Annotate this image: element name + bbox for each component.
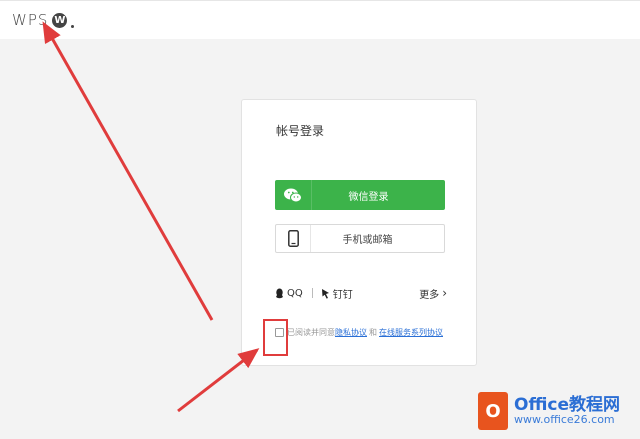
qq-login-link[interactable]: QQ (275, 288, 303, 299)
wechat-icon (275, 180, 312, 210)
separator (311, 288, 313, 298)
more-label: 更多 (419, 289, 440, 301)
office-logo-icon: O (478, 392, 508, 430)
phone-email-login-button[interactable]: 手机或邮箱 (275, 224, 445, 253)
qq-icon (276, 288, 283, 298)
watermark-title-prefix: Office (514, 394, 570, 415)
chevron-right-icon: › (442, 286, 447, 300)
phone-icon (276, 225, 311, 252)
dingtalk-icon (321, 288, 329, 299)
service-agreement-link[interactable]: 在线服务系列协议 (379, 327, 443, 338)
watermark-title-cn: 教程网 (569, 394, 621, 415)
wechat-login-button[interactable]: 微信登录 (275, 180, 445, 210)
dingtalk-label: 钉钉 (332, 289, 353, 301)
phone-email-label: 手机或邮箱 (342, 235, 393, 246)
logo-dot (71, 24, 75, 28)
site-watermark: O Office教程网 www.office26.com (478, 389, 620, 433)
wechat-login-label: 微信登录 (348, 191, 389, 203)
qq-label: QQ (287, 287, 303, 299)
agree-prefix: 已阅读并同意 (287, 328, 335, 337)
logo-badge-icon: W (52, 12, 68, 28)
top-bar: WPS W (0, 0, 640, 39)
login-title: 帐号登录 (276, 124, 325, 138)
agreement-row: 已阅读并同意 隐私协议 和 在线服务系列协议 (275, 327, 443, 338)
alternative-login-row: QQ 钉钉 更多 › (275, 286, 447, 301)
logo-text: WPS (12, 11, 49, 29)
watermark-url: www.office26.com (514, 413, 615, 427)
annotation-highlight-box (263, 319, 288, 356)
wps-logo[interactable]: WPS W (12, 9, 75, 31)
and-text: 和 (369, 328, 377, 337)
arrow-to-logo (42, 21, 214, 321)
dingtalk-login-link[interactable]: 钉钉 (321, 286, 353, 301)
privacy-link[interactable]: 隐私协议 (335, 327, 367, 338)
more-login-options[interactable]: 更多 › (419, 286, 447, 301)
watermark-title: Office教程网 (514, 394, 621, 415)
